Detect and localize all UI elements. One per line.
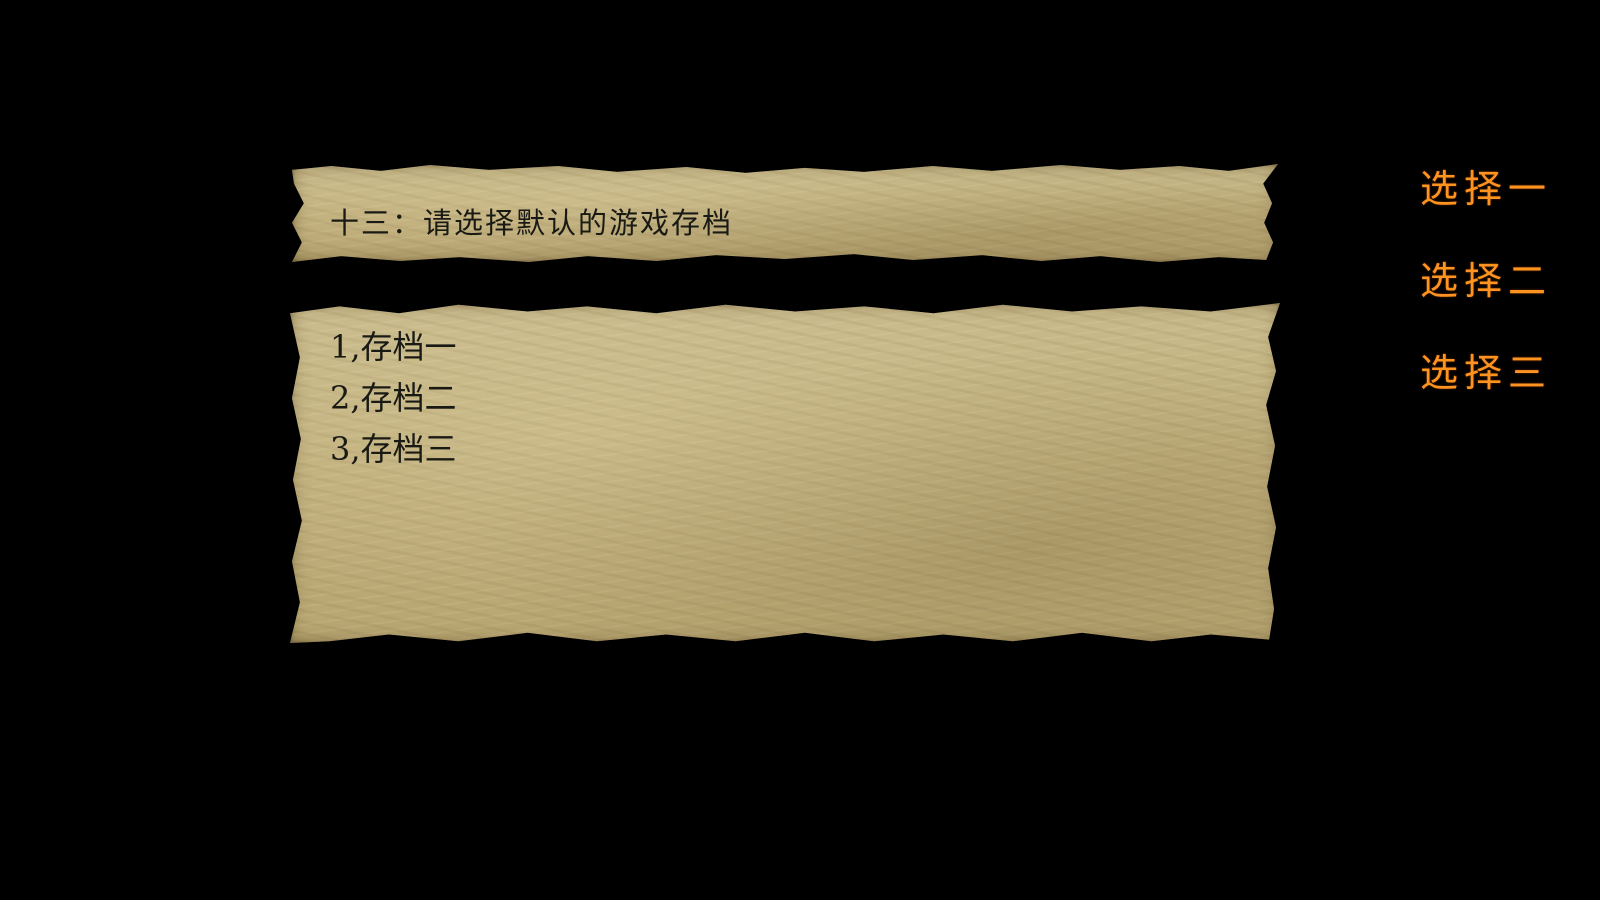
save-slot-2: 2,存档二 [330,379,457,417]
save-slot-3: 3,存档三 [330,430,457,468]
prompt-title: 十三：请选择默认的游戏存档 [330,206,734,240]
choice-option-1[interactable]: 选择一 [1420,143,1580,235]
save-slot-1: 1,存档一 [330,328,457,366]
choice-option-2[interactable]: 选择二 [1420,235,1580,327]
save-list: 1,存档一 2,存档二 3,存档三 [330,322,457,475]
choice-menu: 选择一 选择二 选择三 [1420,143,1580,419]
choice-option-3[interactable]: 选择三 [1420,327,1580,419]
